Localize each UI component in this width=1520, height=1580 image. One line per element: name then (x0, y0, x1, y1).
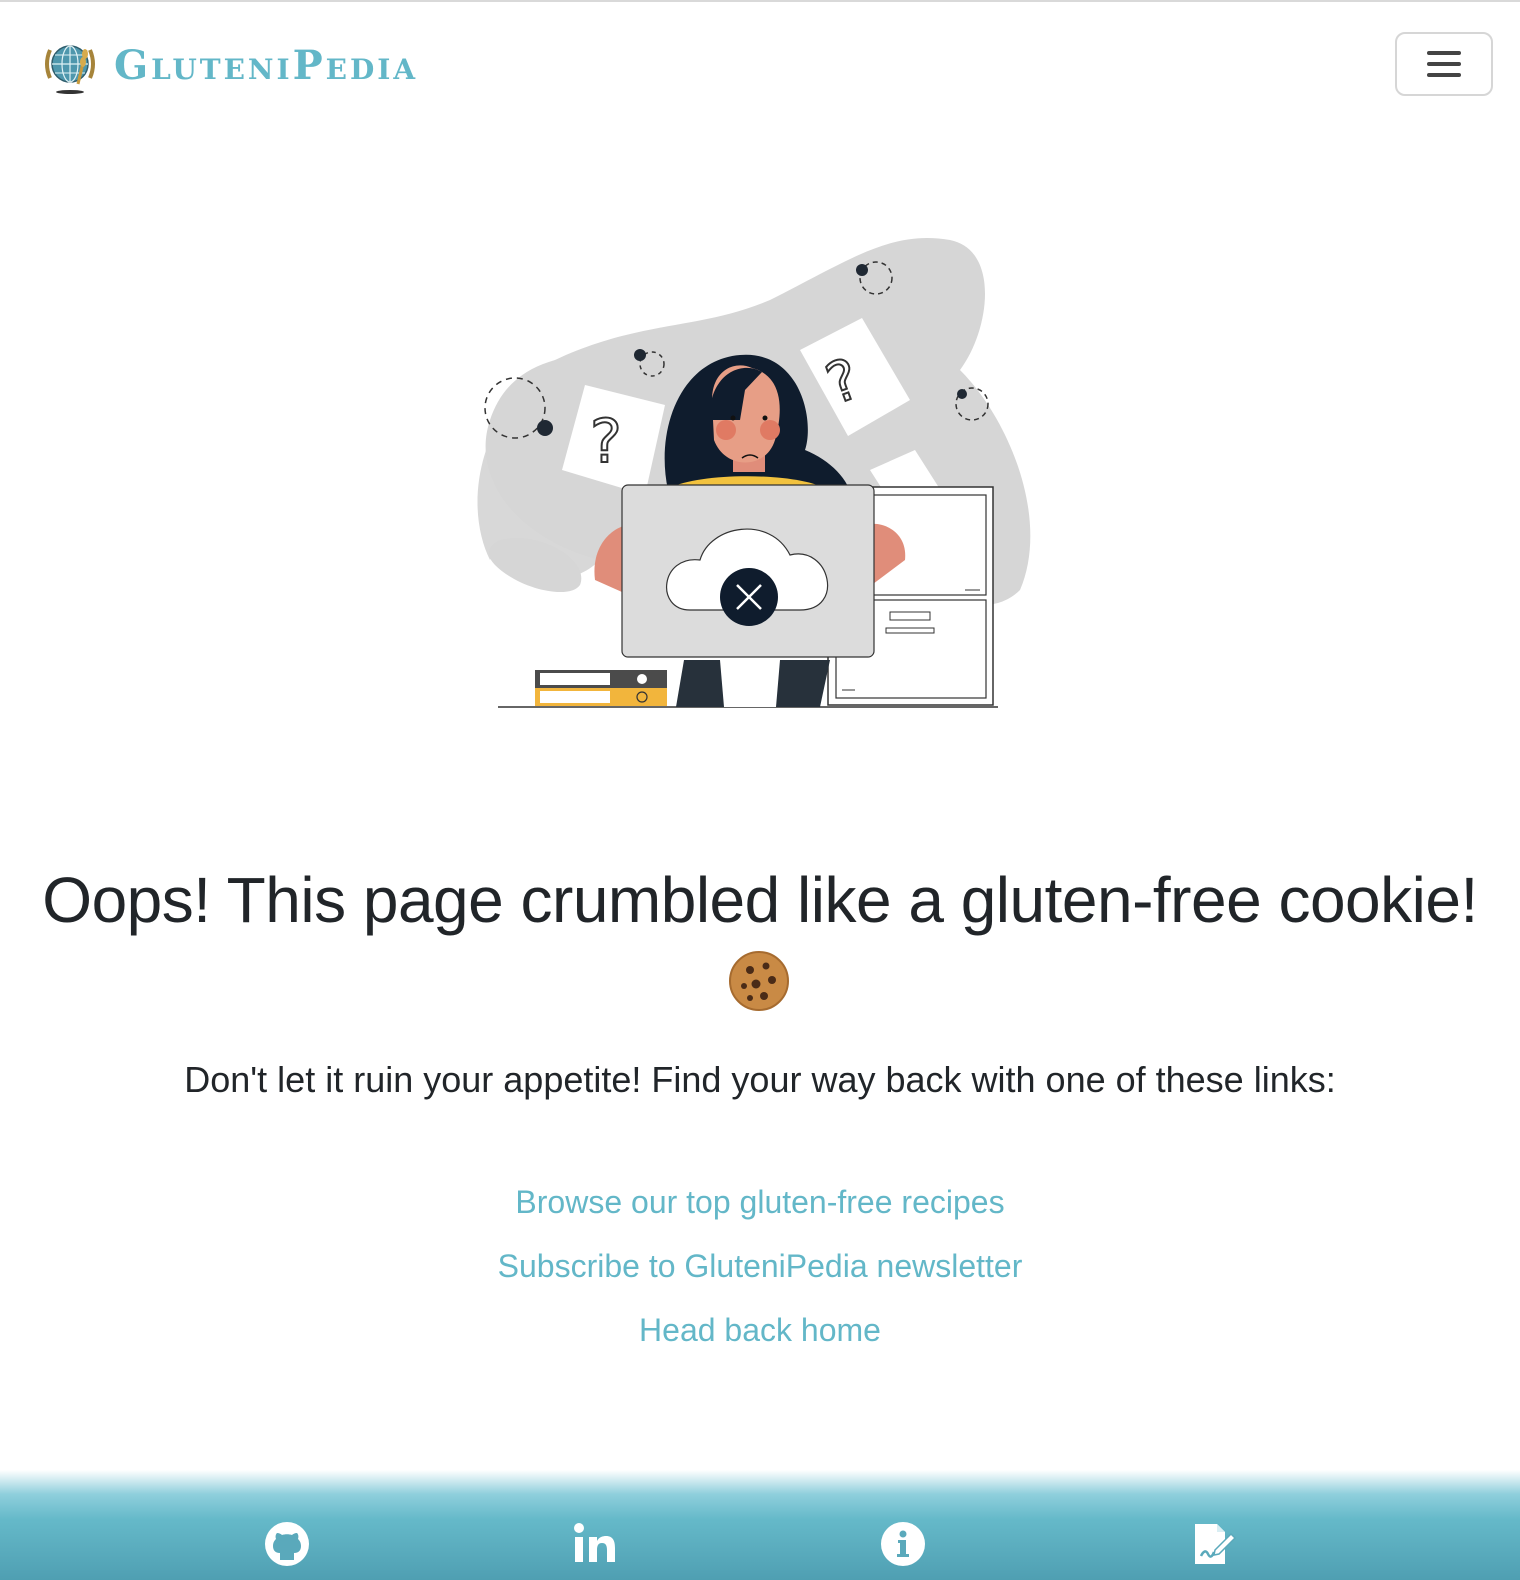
home-link[interactable]: Head back home (0, 1298, 1520, 1362)
subscribe-newsletter-link[interactable]: Subscribe to GluteniPedia newsletter (0, 1234, 1520, 1298)
svg-text:?: ? (590, 407, 622, 477)
github-icon[interactable] (263, 1520, 311, 1568)
cookie-emoji-icon (729, 951, 789, 1011)
signature-document-icon[interactable] (1189, 1520, 1237, 1568)
recovery-links: Browse our top gluten-free recipes Subsc… (0, 1170, 1520, 1362)
info-icon[interactable] (879, 1520, 927, 1568)
error-subtext: Don't let it ruin your appetite! Find yo… (184, 1059, 1336, 1100)
footer (0, 1470, 1520, 1580)
confused-person-at-laptop-illustration: ? ? ? (477, 238, 1031, 708)
linkedin-icon[interactable] (571, 1520, 619, 1568)
error-headline: Oops! This page crumbled like a gluten-f… (42, 864, 1478, 936)
browse-recipes-link[interactable]: Browse our top gluten-free recipes (0, 1170, 1520, 1234)
